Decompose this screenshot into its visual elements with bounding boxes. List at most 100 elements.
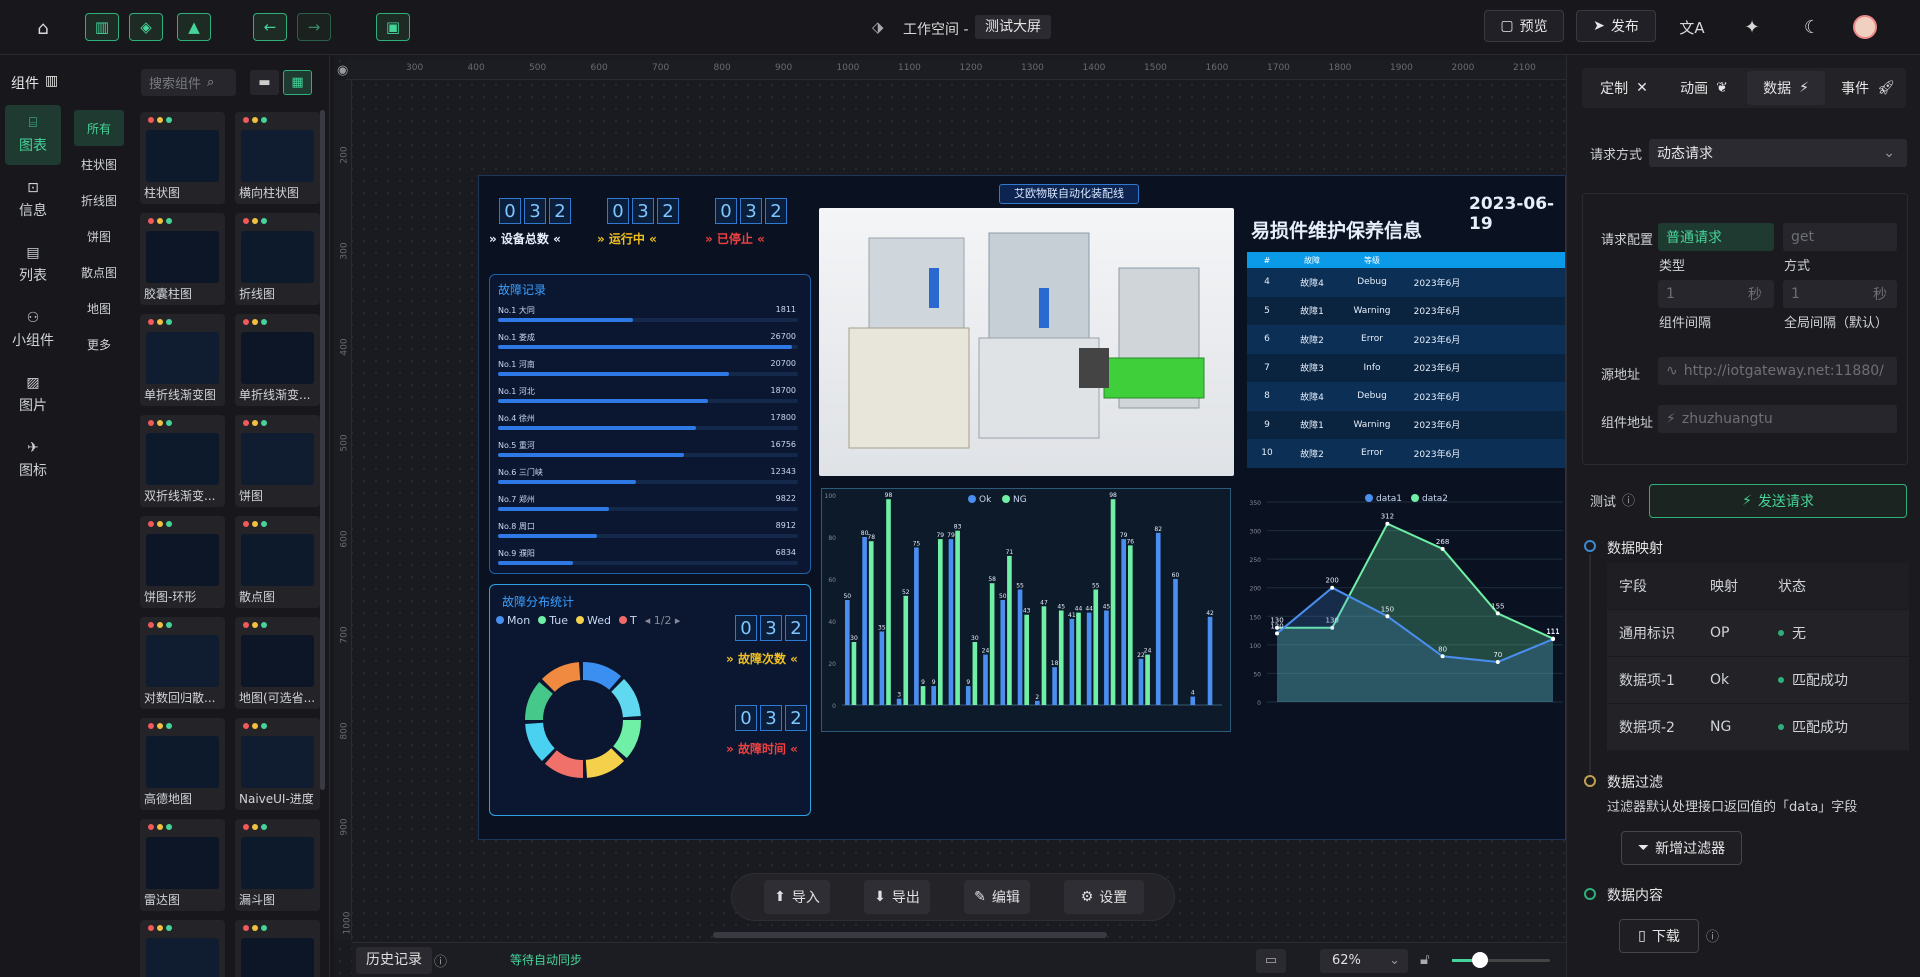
legend-item[interactable]: Tue <box>538 614 568 627</box>
avatar[interactable] <box>1853 15 1877 39</box>
save-button[interactable]: ▣ <box>376 13 410 41</box>
component-card[interactable]: 对数回归散... <box>140 617 225 709</box>
component-card[interactable]: 胶囊柱图 <box>140 213 225 305</box>
grid-view-button[interactable]: ▦ <box>283 70 312 95</box>
sub-bar[interactable]: 柱状图 <box>74 146 124 182</box>
component-card[interactable]: 横向柱状图 <box>235 112 320 204</box>
mapping-table: 字段 映射 状态 通用标识 OP 无数据项-1 Ok 匹配成功 数据项-2 NG 匹配成功 <box>1607 563 1909 751</box>
search-box[interactable]: 搜索组件 ⌕ <box>141 69 236 96</box>
component-card[interactable]: 单折线渐变图 <box>140 314 225 406</box>
legend-item[interactable]: Mon <box>496 614 530 627</box>
nav-image[interactable]: ▨ 图片 <box>5 365 61 425</box>
component-card[interactable]: 雷达图 <box>140 819 225 911</box>
component-address-field[interactable]: ⚡︎ zhuzhuangtu <box>1658 405 1897 433</box>
send-request-button[interactable]: ⚡︎ 发送请求 <box>1649 484 1907 518</box>
preview-button[interactable]: ▢ 预览 <box>1484 10 1564 42</box>
maintenance-row: 5 故障1 Warning 2023年6月 <box>1247 296 1565 325</box>
tab-animation[interactable]: 动画 ❦ <box>1667 71 1741 105</box>
nav-info[interactable]: ⊡ 信息 <box>5 170 61 230</box>
fault-count-digits: 032 <box>735 615 810 641</box>
global-interval-input[interactable]: 1秒 <box>1783 280 1897 308</box>
import-button[interactable]: ⬆ 导入 <box>764 880 830 914</box>
digit: 0 <box>735 615 757 641</box>
sub-line[interactable]: 折线图 <box>74 182 124 218</box>
layers-button[interactable]: ◈ <box>129 13 163 41</box>
component-card[interactable]: 漏斗图 <box>235 819 320 911</box>
component-card[interactable]: 柱状图 <box>140 112 225 204</box>
publish-button[interactable]: ➤ 发布 <box>1576 10 1656 42</box>
chart-toggle-button[interactable]: ▥ <box>85 13 119 41</box>
undo-button[interactable]: ← <box>253 13 287 41</box>
export-button[interactable]: ⬇ 导出 <box>864 880 930 914</box>
nav-widget[interactable]: ⚇ 小组件 <box>5 300 61 360</box>
help-icon[interactable]: ⓘ <box>1622 490 1635 509</box>
request-http-method-select[interactable]: get <box>1783 223 1897 251</box>
magic-wand-icon[interactable]: ✦ <box>1737 12 1767 42</box>
line-chart-widget[interactable]: 0 50 100 150 200 250 300 350 data1 data2 130 130 312… <box>1239 488 1565 732</box>
bar <box>1121 539 1126 705</box>
tab-data[interactable]: 数据 ⚡︎ <box>1747 71 1825 105</box>
nav-list[interactable]: ▤ 列表 <box>5 235 61 295</box>
help-icon[interactable]: ⓘ <box>1706 926 1719 945</box>
eye-icon[interactable]: ◉ <box>337 63 348 78</box>
unlock-icon[interactable]: 🔓︎ <box>1420 950 1430 968</box>
maintenance-cell: 2023年6月 <box>1413 364 1461 375</box>
search-input[interactable]: 搜索组件 <box>149 73 201 92</box>
dashboard-screen[interactable]: 艾欧物联自动化装配线 2023-06-19 0 3 2» 设备总数 «0 3 2» 运行… <box>478 175 1566 840</box>
component-card[interactable]: 折线图 <box>235 213 320 305</box>
moon-icon[interactable]: ☾ <box>1797 12 1827 42</box>
ruler-tick: 1100 <box>898 63 921 73</box>
maintenance-row: 4 故障4 Debug 2023年6月 <box>1247 268 1565 297</box>
download-button[interactable]: ▯ 下载 <box>1619 919 1699 953</box>
home-icon[interactable]: ⌂ <box>28 13 58 43</box>
component-card[interactable]: 饼图-环形 <box>140 516 225 608</box>
horizontal-scrollbar[interactable] <box>713 932 1107 938</box>
settings-button[interactable]: ⚙ 设置 <box>1064 880 1144 914</box>
edit-button[interactable]: ✎ 编辑 <box>964 880 1030 914</box>
window-dots <box>148 420 172 426</box>
sub-pie[interactable]: 饼图 <box>74 218 124 254</box>
component-card[interactable]: 散点图 <box>235 516 320 608</box>
zoom-slider-handle[interactable] <box>1472 952 1488 968</box>
tab-event[interactable]: 事件 🚀︎ <box>1831 71 1905 105</box>
details-button[interactable]: ▲ <box>177 13 211 41</box>
translate-icon[interactable]: 文A <box>1677 12 1707 42</box>
nav-icon[interactable]: ✈ 图标 <box>5 430 61 490</box>
bar-chart-widget[interactable]: 0 20 40 60 80 100 Ok NG 50 80 35 3 75 9 79 9 24 50 55 2 18 41… <box>821 488 1231 732</box>
minimap-button[interactable]: ▭ <box>1256 949 1286 973</box>
component-card[interactable]: 高德地图 <box>140 718 225 810</box>
mapping-field: 数据项-2 <box>1619 720 1675 736</box>
component-card[interactable]: 双折线渐变... <box>140 415 225 507</box>
component-card[interactable] <box>235 920 320 977</box>
source-url-field[interactable]: ∿ http://iotgateway.net:11880/ <box>1658 357 1897 385</box>
request-type-select[interactable]: 普通请求 <box>1658 223 1774 251</box>
sub-more[interactable]: 更多 <box>74 326 124 362</box>
dot <box>252 218 258 224</box>
sub-all[interactable]: 所有 <box>74 110 124 146</box>
legend-pager[interactable]: ◂ 1/2 ▸ <box>645 614 681 627</box>
component-card[interactable]: 单折线渐变... <box>235 314 320 406</box>
legend-item[interactable]: Wed <box>576 614 611 627</box>
request-method-select[interactable]: 动态请求 ⌄ <box>1649 139 1907 167</box>
history-button[interactable]: 历史记录 <box>356 947 432 974</box>
component-thumbnail <box>241 534 314 586</box>
single-view-button[interactable]: ▬ <box>250 70 279 95</box>
fault-row-label: No.9 濮阳 <box>498 549 535 558</box>
project-title[interactable]: 测试大屏 <box>975 15 1051 39</box>
bar-label: 55 <box>1016 583 1024 590</box>
sub-scatter[interactable]: 散点图 <box>74 254 124 290</box>
add-filter-button[interactable]: ⏷ 新增过滤器 <box>1621 831 1742 865</box>
component-card[interactable]: 地图(可选省... <box>235 617 320 709</box>
zoom-slider[interactable] <box>1452 952 1550 968</box>
help-icon[interactable]: ⓘ <box>434 951 447 970</box>
nav-chart[interactable]: ⌸ 图表 <box>5 105 61 165</box>
tab-customize[interactable]: 定制 ✕ <box>1587 71 1661 105</box>
sub-map[interactable]: 地图 <box>74 290 124 326</box>
component-card[interactable] <box>140 920 225 977</box>
component-card[interactable]: 饼图 <box>235 415 320 507</box>
redo-button[interactable]: → <box>297 13 331 41</box>
legend-item[interactable]: T <box>618 614 637 627</box>
component-card[interactable]: NaiveUI-进度 <box>235 718 320 810</box>
component-interval-input[interactable]: 1秒 <box>1658 280 1774 308</box>
zoom-select[interactable]: 62% ⌄ <box>1320 949 1408 973</box>
